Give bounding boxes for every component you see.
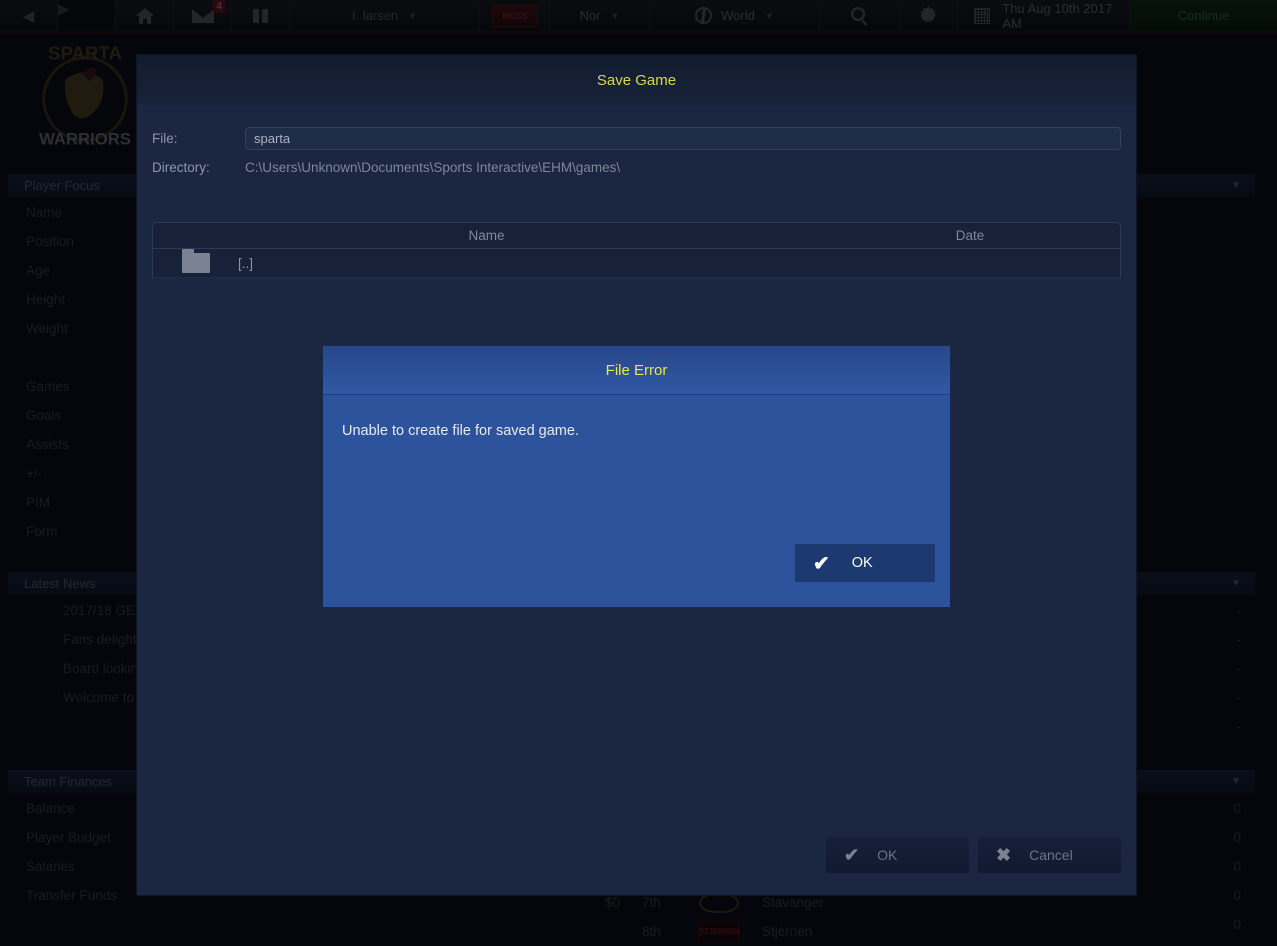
folder-icon: [153, 249, 238, 273]
game-window: ◀ ▶ 4 I.: [0, 0, 1277, 946]
cross-icon: ✖: [996, 844, 1012, 865]
column-header-date[interactable]: Date: [820, 228, 1120, 243]
save-dialog-buttons: ✔ OK ✖ Cancel: [826, 837, 1121, 873]
save-ok-button[interactable]: ✔ OK: [826, 837, 969, 873]
save-cancel-button[interactable]: ✖ Cancel: [978, 837, 1121, 873]
save-game-title: Save Game: [596, 71, 677, 89]
file-list-row[interactable]: [..]: [153, 249, 1120, 278]
file-error-message: Unable to create file for saved game.: [342, 423, 579, 439]
file-row-name: [..]: [238, 255, 254, 271]
file-list-header: Name Date: [153, 223, 1120, 249]
file-error-dialog: File Error Unable to create file for sav…: [323, 346, 950, 607]
checkmark-icon: ✔: [844, 844, 860, 865]
column-header-name[interactable]: Name: [153, 228, 820, 243]
file-error-title: File Error: [605, 361, 668, 379]
saved-games-list: Name Date [..]: [152, 222, 1121, 278]
file-error-titlebar: File Error: [323, 346, 950, 395]
directory-value: C:\Users\Unknown\Documents\Sports Intera…: [245, 159, 621, 175]
file-name-input[interactable]: sparta: [245, 126, 1121, 150]
directory-label: Directory:: [152, 159, 210, 175]
save-cancel-label: Cancel: [1029, 847, 1073, 863]
error-ok-button[interactable]: ✔ OK: [795, 544, 935, 582]
directory-field-row: Directory: C:\Users\Unknown\Documents\Sp…: [152, 154, 1121, 180]
file-field-row: File: sparta: [152, 125, 1121, 151]
checkmark-icon: ✔: [813, 552, 830, 575]
save-ok-label: OK: [877, 847, 898, 863]
file-label: File:: [152, 130, 178, 146]
error-ok-label: OK: [851, 555, 873, 571]
save-game-titlebar: Save Game: [137, 55, 1136, 105]
